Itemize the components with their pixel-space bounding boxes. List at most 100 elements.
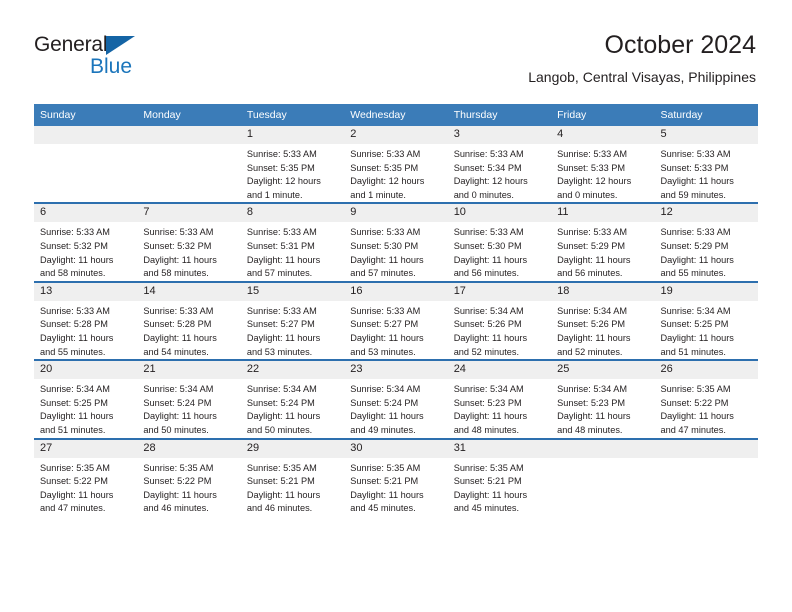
day-number: 28 xyxy=(137,439,241,458)
calendar-week-row: 6 Sunrise: 5:33 AM Sunset: 5:32 PM Daylight… xyxy=(34,202,758,282)
general-blue-logo[interactable]: General Blue xyxy=(34,33,154,81)
calendar-head: Sunday Monday Tuesday Wednesday Thursday… xyxy=(34,104,758,126)
sunrise-text: Sunrise: 5:34 AM xyxy=(143,384,214,395)
daylight-text-line2: and 55 minutes. xyxy=(40,346,106,357)
day-number xyxy=(137,126,241,144)
sunrise-text: Sunrise: 5:35 AM xyxy=(143,462,214,473)
calendar-day-cell[interactable]: 15 Sunrise: 5:33 AM Sunset: 5:27 PM Dayligh… xyxy=(240,280,345,361)
daylight-text-line2: and 1 minute. xyxy=(350,189,406,200)
daylight-text-line1: Daylight: 11 hours xyxy=(40,254,114,265)
day-details: Sunrise: 5:33 AM Sunset: 5:34 PM Daylight:… xyxy=(448,144,551,202)
daylight-text-line2: and 50 minutes. xyxy=(246,424,313,435)
daylight-text-line1: Daylight: 11 hours xyxy=(40,489,114,500)
sunrise-text: Sunrise: 5:33 AM xyxy=(557,227,628,238)
day-number: 25 xyxy=(551,361,655,380)
sunrise-text: Sunrise: 5:35 AM xyxy=(453,462,524,473)
sunset-text: Sunset: 5:21 PM xyxy=(350,476,419,487)
calendar-empty-cell xyxy=(551,437,655,516)
daylight-text-line1: Daylight: 11 hours xyxy=(350,489,424,500)
sunrise-text: Sunrise: 5:33 AM xyxy=(453,227,524,238)
daylight-text-line1: Daylight: 11 hours xyxy=(660,254,734,265)
weekday-header-row: Sunday Monday Tuesday Wednesday Thursday… xyxy=(34,104,758,126)
calendar-day-cell[interactable]: 12 Sunrise: 5:33 AM Sunset: 5:29 PM Dayligh… xyxy=(654,202,758,282)
daylight-text-line1: Daylight: 11 hours xyxy=(660,332,734,343)
sunrise-text: Sunrise: 5:33 AM xyxy=(660,149,731,159)
calendar-day-cell[interactable]: 18 Sunrise: 5:34 AM Sunset: 5:26 PM Dayligh… xyxy=(551,280,655,361)
calendar-day-cell[interactable]: 4 Sunrise: 5:33 AM Sunset: 5:33 PM Daylight… xyxy=(551,126,655,203)
daylight-text-line1: Daylight: 11 hours xyxy=(143,411,217,422)
calendar-day-cell[interactable]: 27 Sunrise: 5:35 AM Sunset: 5:22 PM Dayligh… xyxy=(34,437,138,516)
day-number: 4 xyxy=(551,126,655,144)
calendar-day-cell[interactable]: 23 Sunrise: 5:34 AM Sunset: 5:24 PM Dayligh… xyxy=(344,359,448,439)
calendar-day-cell[interactable]: 16 Sunrise: 5:33 AM Sunset: 5:27 PM Dayligh… xyxy=(344,280,448,361)
calendar-empty-cell xyxy=(34,126,138,203)
calendar-day-cell[interactable]: 1 Sunrise: 5:33 AM Sunset: 5:35 PM Daylight… xyxy=(240,126,345,203)
calendar-day-cell[interactable]: 31 Sunrise: 5:35 AM Sunset: 5:21 PM Dayligh… xyxy=(447,437,552,516)
calendar-day-cell[interactable]: 30 Sunrise: 5:35 AM Sunset: 5:21 PM Dayligh… xyxy=(344,437,448,516)
daylight-text-line2: and 59 minutes. xyxy=(660,189,726,200)
sunrise-text: Sunrise: 5:33 AM xyxy=(350,149,421,159)
sunrise-text: Sunrise: 5:34 AM xyxy=(557,305,628,316)
calendar-day-cell[interactable]: 26 Sunrise: 5:35 AM Sunset: 5:22 PM Dayligh… xyxy=(654,359,758,439)
sunset-text: Sunset: 5:31 PM xyxy=(246,240,315,251)
daylight-text-line1: Daylight: 11 hours xyxy=(350,332,424,343)
daylight-text-line1: Daylight: 11 hours xyxy=(453,489,528,500)
day-number: 7 xyxy=(137,204,241,223)
sunrise-text: Sunrise: 5:33 AM xyxy=(453,149,524,159)
daylight-text-line2: and 53 minutes. xyxy=(350,346,416,357)
calendar-day-cell[interactable]: 29 Sunrise: 5:35 AM Sunset: 5:21 PM Dayligh… xyxy=(240,437,345,516)
calendar-day-cell[interactable]: 20 Sunrise: 5:34 AM Sunset: 5:25 PM Dayligh… xyxy=(34,359,138,439)
daylight-text-line2: and 50 minutes. xyxy=(143,424,209,435)
calendar-day-cell[interactable]: 17 Sunrise: 5:34 AM Sunset: 5:26 PM Dayligh… xyxy=(447,280,552,361)
calendar-day-cell[interactable]: 28 Sunrise: 5:35 AM Sunset: 5:22 PM Dayligh… xyxy=(137,437,241,516)
daylight-text-line2: and 52 minutes. xyxy=(557,346,623,357)
daylight-text-line2: and 46 minutes. xyxy=(246,503,313,514)
day-details: Sunrise: 5:33 AM Sunset: 5:29 PM Daylight:… xyxy=(655,222,758,280)
daylight-text-line2: and 1 minute. xyxy=(246,189,303,200)
calendar-day-cell[interactable]: 14 Sunrise: 5:33 AM Sunset: 5:28 PM Dayligh… xyxy=(137,280,241,361)
day-number xyxy=(654,439,758,458)
day-details: Sunrise: 5:34 AM Sunset: 5:23 PM Daylight:… xyxy=(448,379,551,437)
day-number: 10 xyxy=(447,204,552,223)
day-details: Sunrise: 5:34 AM Sunset: 5:24 PM Daylight:… xyxy=(241,379,344,437)
calendar-day-cell[interactable]: 5 Sunrise: 5:33 AM Sunset: 5:33 PM Daylight… xyxy=(654,126,758,203)
sunrise-text: Sunrise: 5:33 AM xyxy=(660,227,731,238)
daylight-text-line2: and 51 minutes. xyxy=(660,346,726,357)
calendar-week-row: 13 Sunrise: 5:33 AM Sunset: 5:28 PM Dayligh… xyxy=(34,280,758,361)
calendar-day-cell[interactable]: 25 Sunrise: 5:34 AM Sunset: 5:23 PM Dayligh… xyxy=(551,359,655,439)
calendar-day-cell[interactable]: 3 Sunrise: 5:33 AM Sunset: 5:34 PM Daylight… xyxy=(447,126,552,203)
weekday-header-thursday: Thursday xyxy=(447,104,552,126)
sunrise-text: Sunrise: 5:34 AM xyxy=(40,384,110,395)
sunset-text: Sunset: 5:29 PM xyxy=(660,240,729,251)
daylight-text-line1: Daylight: 12 hours xyxy=(557,176,632,187)
calendar-day-cell[interactable]: 7 Sunrise: 5:33 AM Sunset: 5:32 PM Daylight… xyxy=(137,202,241,282)
daylight-text-line2: and 48 minutes. xyxy=(453,424,520,435)
calendar-day-cell[interactable]: 2 Sunrise: 5:33 AM Sunset: 5:35 PM Daylight… xyxy=(344,126,448,203)
day-number: 11 xyxy=(551,204,655,223)
calendar-day-cell[interactable]: 19 Sunrise: 5:34 AM Sunset: 5:25 PM Dayligh… xyxy=(654,280,758,361)
daylight-text-line1: Daylight: 11 hours xyxy=(557,254,631,265)
calendar-day-cell[interactable]: 6 Sunrise: 5:33 AM Sunset: 5:32 PM Daylight… xyxy=(34,202,138,282)
day-details: Sunrise: 5:33 AM Sunset: 5:29 PM Daylight:… xyxy=(551,222,654,280)
sunset-text: Sunset: 5:28 PM xyxy=(143,319,212,330)
calendar-day-cell[interactable]: 13 Sunrise: 5:33 AM Sunset: 5:28 PM Dayligh… xyxy=(34,280,138,361)
daylight-text-line1: Daylight: 12 hours xyxy=(350,176,425,187)
calendar-day-cell[interactable]: 22 Sunrise: 5:34 AM Sunset: 5:24 PM Dayligh… xyxy=(240,359,345,439)
sunrise-text: Sunrise: 5:33 AM xyxy=(246,305,317,316)
sunrise-text: Sunrise: 5:33 AM xyxy=(557,149,628,159)
calendar-day-cell[interactable]: 21 Sunrise: 5:34 AM Sunset: 5:24 PM Dayligh… xyxy=(137,359,241,439)
daylight-text-line2: and 56 minutes. xyxy=(453,268,520,279)
calendar-day-cell[interactable]: 24 Sunrise: 5:34 AM Sunset: 5:23 PM Dayligh… xyxy=(447,359,552,439)
day-details: Sunrise: 5:33 AM Sunset: 5:28 PM Daylight:… xyxy=(34,301,137,359)
sunrise-text: Sunrise: 5:33 AM xyxy=(143,227,214,238)
day-details: Sunrise: 5:35 AM Sunset: 5:22 PM Daylight:… xyxy=(655,379,758,437)
calendar-day-cell[interactable]: 11 Sunrise: 5:33 AM Sunset: 5:29 PM Dayligh… xyxy=(551,202,655,282)
weekday-header-sunday: Sunday xyxy=(34,104,138,126)
day-details: Sunrise: 5:33 AM Sunset: 5:32 PM Daylight:… xyxy=(34,222,137,280)
day-details: Sunrise: 5:33 AM Sunset: 5:30 PM Daylight:… xyxy=(448,222,551,280)
calendar-day-cell[interactable]: 9 Sunrise: 5:33 AM Sunset: 5:30 PM Daylight… xyxy=(344,202,448,282)
calendar-day-cell[interactable]: 10 Sunrise: 5:33 AM Sunset: 5:30 PM Dayligh… xyxy=(447,202,552,282)
sunrise-text: Sunrise: 5:34 AM xyxy=(350,384,421,395)
day-details: Sunrise: 5:35 AM Sunset: 5:22 PM Daylight:… xyxy=(137,458,240,516)
calendar-day-cell[interactable]: 8 Sunrise: 5:33 AM Sunset: 5:31 PM Daylight… xyxy=(240,202,345,282)
